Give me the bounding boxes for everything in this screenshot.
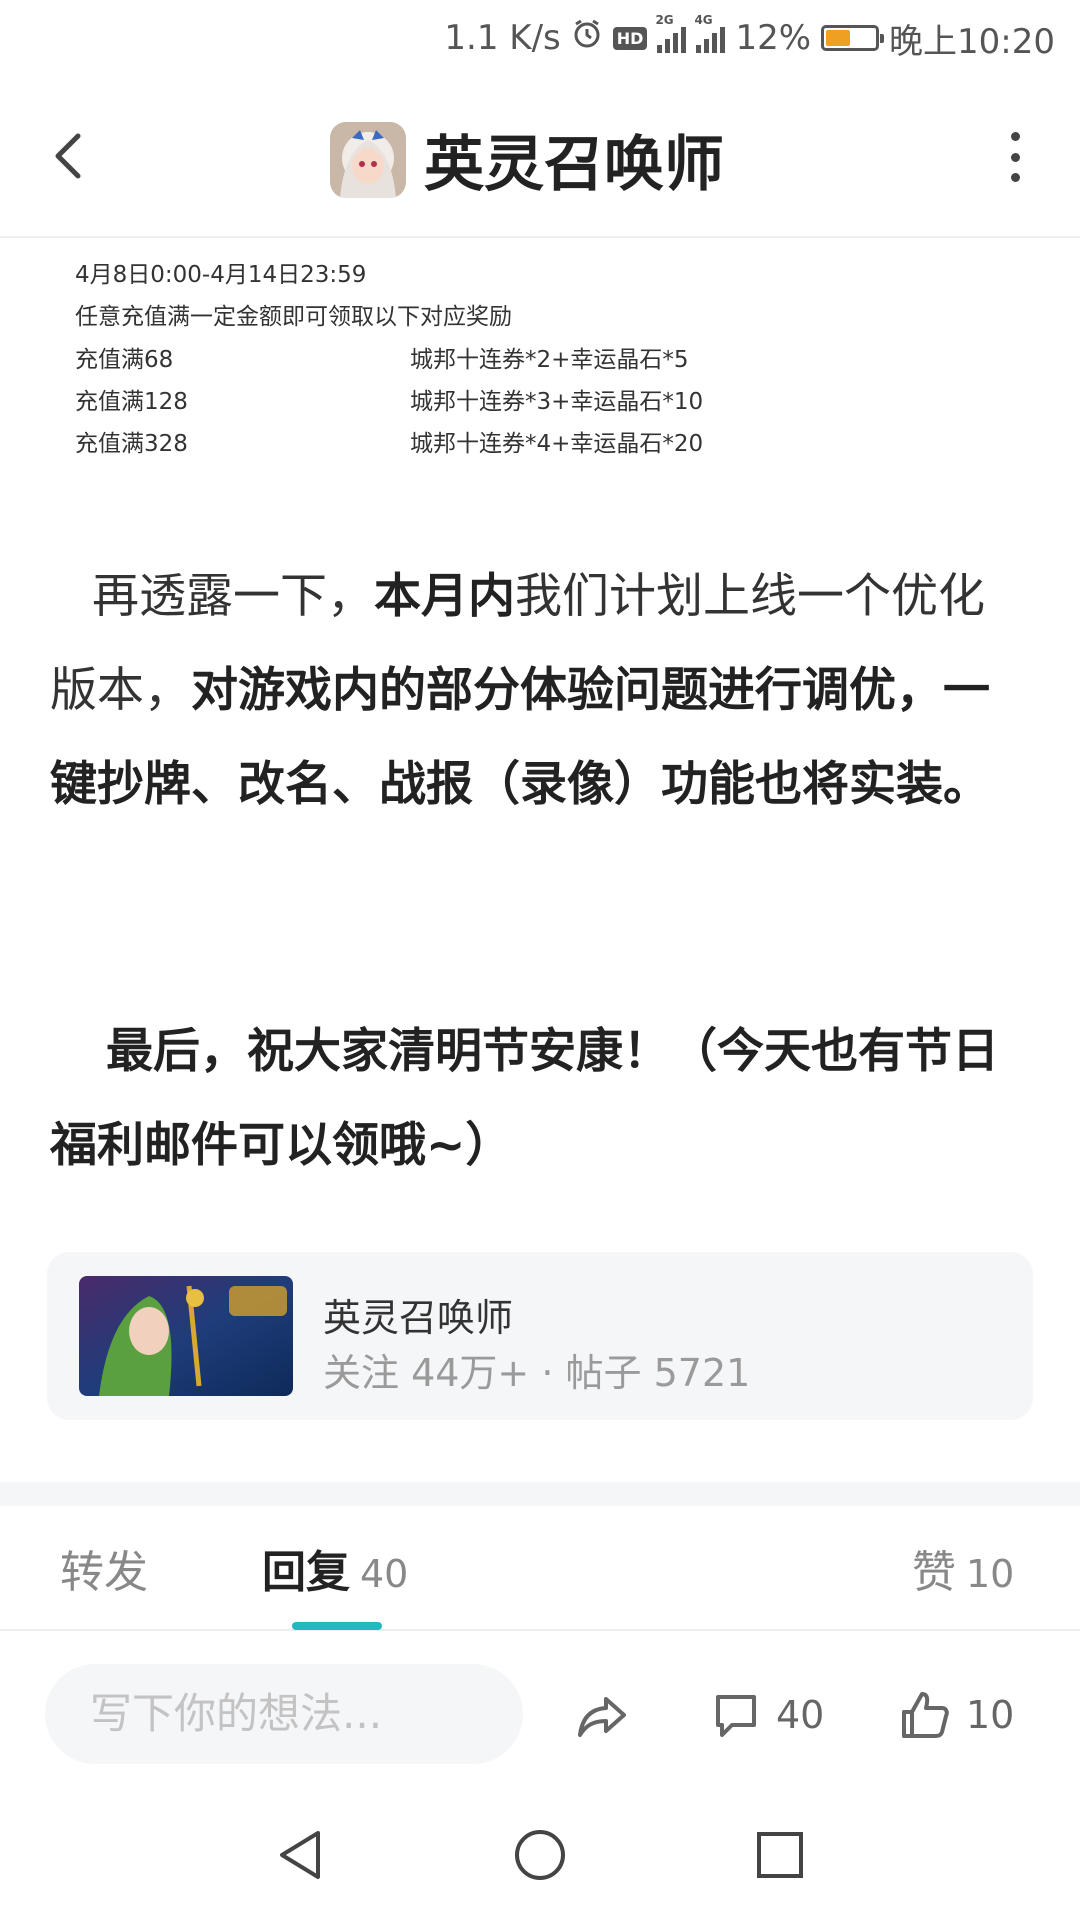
like-count: 10 [966, 1693, 1015, 1737]
reward-intro: 任意充值满一定金额即可领取以下对应奖励 [75, 304, 512, 330]
signal-icon: 2G [655, 13, 687, 53]
network-speed: 1.1 K/s [444, 18, 561, 58]
clock: 晚上10:20 [889, 21, 1055, 62]
square-recents-icon [757, 1832, 803, 1878]
page-title: 英灵召唤师 [424, 130, 724, 200]
header: 英灵召唤师 [0, 76, 1080, 238]
circle-home-icon [515, 1830, 565, 1880]
comment-icon [716, 1695, 756, 1737]
forum-stats: 关注 44万+ · 帖子 5721 [323, 1351, 751, 1395]
tab-repost[interactable]: 转发 [60, 1536, 148, 1600]
article-paragraph-2: 最后，祝大家清明节安康！（今天也有节日福利邮件可以领哦~） [50, 1005, 1030, 1193]
emphasis: 最后，祝大家清明节安康！（今天也有节日福利邮件可以领哦~） [50, 1024, 999, 1173]
emphasis: 本月内 [374, 569, 515, 624]
like-button[interactable]: 10 [898, 1687, 1014, 1743]
hd-icon: HD [612, 26, 648, 50]
section-divider [0, 1482, 1080, 1506]
signal-icon-2: 4G [694, 13, 726, 53]
more-button[interactable] [1005, 132, 1025, 182]
action-bar: 写下你的想法... 40 10 [0, 1632, 1080, 1792]
nav-back-button[interactable] [270, 1825, 330, 1885]
active-tab-indicator [292, 1622, 382, 1630]
status-bar: 1.1 K/s HD 2G 4G 12% 晚上10:20 [0, 0, 1080, 76]
app-avatar-icon [330, 121, 406, 198]
alarm-icon [571, 18, 603, 59]
sim2-tag: 4G [694, 13, 713, 27]
nav-recents-button[interactable] [750, 1825, 810, 1885]
battery-icon [821, 25, 885, 51]
reward-tier: 充值满128 [75, 389, 188, 415]
sim1-tag: 2G [655, 13, 674, 27]
forum-name: 英灵召唤师 [323, 1296, 514, 1340]
triangle-back-icon [280, 1831, 320, 1879]
reward-item: 城邦十连券*2+幸运晶石*5 [410, 347, 689, 373]
tab-reply[interactable]: 回复 40 [262, 1536, 408, 1600]
share-icon [578, 1697, 626, 1737]
reward-tier: 充值满328 [75, 431, 188, 457]
nav-home-button[interactable] [510, 1825, 570, 1885]
forum-card[interactable]: 英灵召唤师 关注 44万+ · 帖子 5721 [47, 1252, 1033, 1420]
system-nav-bar [0, 1790, 1080, 1920]
tab-like[interactable]: 赞 10 [912, 1536, 1014, 1600]
reply-count: 40 [360, 1552, 409, 1596]
interaction-tabs: 转发 回复 40 赞 10 [0, 1506, 1080, 1631]
header-title-group[interactable]: 英灵召唤师 [330, 116, 724, 203]
reward-date-range: 4月8日0:00-4月14日23:59 [75, 262, 367, 288]
back-arrow-icon [55, 133, 81, 179]
comment-button[interactable]: 40 [710, 1687, 824, 1743]
reward-item: 城邦十连券*4+幸运晶石*20 [410, 431, 704, 457]
more-vertical-icon [1010, 132, 1020, 141]
thumbs-up-icon [902, 1692, 949, 1738]
battery-percent: 12% [735, 18, 812, 58]
back-button[interactable] [40, 126, 100, 186]
reward-item: 城邦十连券*3+幸运晶石*10 [410, 389, 704, 415]
comment-input[interactable]: 写下你的想法... [45, 1664, 523, 1764]
comment-count: 40 [776, 1693, 825, 1737]
like-count: 10 [966, 1552, 1015, 1596]
reward-tier: 充值满68 [75, 347, 174, 373]
emphasis: 对游戏内的部分体验问题进行调优，一键抄牌、改名、战报（录像）功能也将实装。 [50, 663, 990, 812]
share-button[interactable] [574, 1687, 630, 1743]
article-paragraph-1: 再透露一下，本月内我们计划上线一个优化版本，对游戏内的部分体验问题进行调优，一键… [50, 569, 990, 812]
forum-thumbnail [79, 1276, 293, 1396]
